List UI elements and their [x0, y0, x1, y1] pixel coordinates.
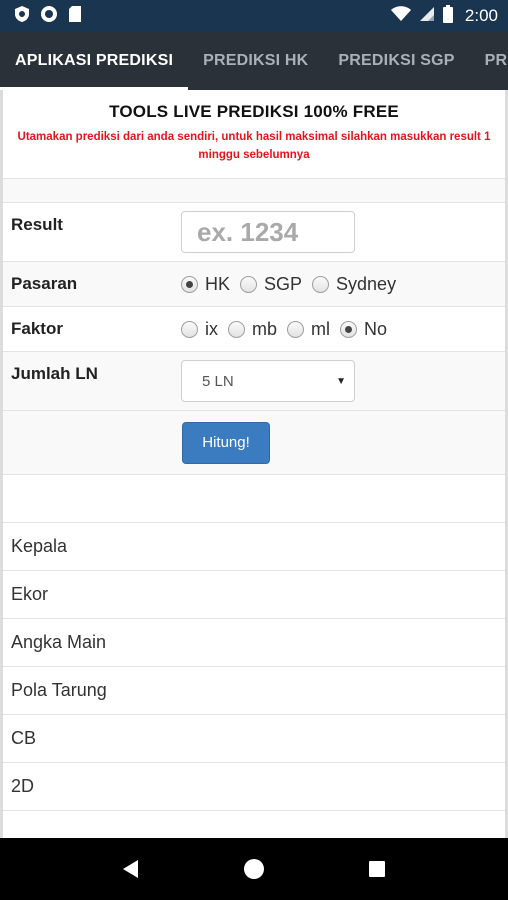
- result-label: Result: [11, 215, 63, 234]
- radio-unchecked-icon: [312, 275, 330, 293]
- faktor-radio-mb[interactable]: mb: [228, 319, 277, 340]
- status-right-icons: 2:00: [390, 4, 498, 28]
- hitung-button[interactable]: Hitung!: [182, 421, 270, 464]
- radio-unchecked-icon: [240, 275, 258, 293]
- result-input[interactable]: [181, 211, 355, 253]
- result-item-cb: CB: [3, 715, 505, 763]
- recents-icon[interactable]: [357, 849, 397, 889]
- system-nav-bar: [0, 838, 508, 900]
- result-item-2d: 2D: [3, 763, 505, 811]
- result-item-ekor: Ekor: [3, 571, 505, 619]
- back-icon[interactable]: [111, 849, 151, 889]
- tab-prediksi-more[interactable]: PREDI: [470, 32, 508, 90]
- sd-card-icon: [68, 5, 82, 28]
- shield-icon: [14, 5, 30, 28]
- faktor-radio-ml[interactable]: ml: [287, 319, 330, 340]
- faktor-row: Faktor ix mb ml No: [3, 307, 505, 352]
- wifi-icon: [390, 5, 411, 27]
- caret-down-icon: ▼: [336, 375, 346, 387]
- main-content: TOOLS LIVE PREDIKSI 100% FREE Utamakan p…: [0, 90, 508, 838]
- radio-checked-icon: [181, 275, 198, 293]
- jumlah-ln-selected: 5 LN: [202, 372, 234, 390]
- pasaran-radio-group: HK SGP Sydney: [181, 274, 404, 295]
- pasaran-radio-hk[interactable]: HK: [181, 274, 230, 295]
- radio-unchecked-icon: [287, 320, 305, 338]
- pasaran-radio-sydney[interactable]: Sydney: [312, 274, 396, 295]
- status-time: 2:00: [464, 6, 498, 25]
- tools-header: TOOLS LIVE PREDIKSI 100% FREE Utamakan p…: [3, 90, 505, 174]
- tab-prediksi-hk[interactable]: PREDIKSI HK: [188, 32, 323, 90]
- result-item-kepala: Kepala: [3, 523, 505, 571]
- jumlah-ln-label: Jumlah LN: [11, 364, 98, 383]
- prediction-form: Result Pasaran HK SGP: [3, 178, 505, 475]
- home-icon[interactable]: [234, 849, 274, 889]
- faktor-radio-ix[interactable]: ix: [181, 319, 218, 340]
- form-spacer: [3, 179, 505, 203]
- jumlah-ln-select[interactable]: 5 LN ▼: [181, 360, 355, 402]
- faktor-radio-no[interactable]: No: [340, 319, 387, 340]
- tab-prediksi-sgp[interactable]: PREDIKSI SGP: [323, 32, 469, 90]
- pasaran-label: Pasaran: [11, 274, 78, 293]
- result-item-pola-tarung: Pola Tarung: [3, 667, 505, 715]
- page-title: TOOLS LIVE PREDIKSI 100% FREE: [109, 102, 399, 121]
- status-left-icons: [14, 5, 82, 28]
- faktor-radio-group: ix mb ml No: [181, 319, 395, 340]
- circle-icon: [40, 5, 58, 28]
- status-bar: 2:00: [0, 0, 508, 32]
- radio-unchecked-icon: [181, 320, 198, 338]
- jumlah-ln-row: Jumlah LN 5 LN ▼: [3, 352, 505, 411]
- tab-aplikasi-prediksi[interactable]: APLIKASI PREDIKSI: [0, 32, 189, 90]
- tab-bar: APLIKASI PREDIKSI PREDIKSI HK PREDIKSI S…: [0, 32, 508, 90]
- result-row: Result: [3, 203, 505, 262]
- radio-unchecked-icon: [228, 320, 245, 338]
- signal-icon: [419, 6, 435, 27]
- results-spacer: [3, 475, 505, 523]
- result-item-angka-main: Angka Main: [3, 619, 505, 667]
- notice-text: Utamakan prediksi dari anda sendiri, unt…: [17, 131, 491, 161]
- pasaran-row: Pasaran HK SGP Sydney: [3, 262, 505, 307]
- result-list: Kepala Ekor Angka Main Pola Tarung CB 2D: [3, 523, 505, 811]
- submit-row: Hitung!: [3, 411, 505, 475]
- battery-icon: [442, 4, 453, 28]
- radio-checked-icon: [340, 320, 358, 338]
- pasaran-radio-sgp[interactable]: SGP: [240, 274, 302, 295]
- faktor-label: Faktor: [11, 319, 63, 338]
